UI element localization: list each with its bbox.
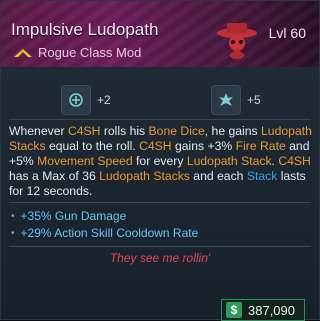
item-header: Impulsive Ludopath Rogue Class Mod Lvl 6… [1,1,319,67]
character-portrait-icon [217,23,257,59]
bonus-item: • +29% Action Skill Cooldown Rate [11,225,198,242]
divider [9,246,311,247]
desc-keyword: C4SH [67,124,101,138]
desc-keyword: Stack [246,169,278,183]
desc-keyword: C4SH [139,139,172,153]
price-tag: $ 387,090 [221,299,305,321]
item-level: Lvl 60 [268,25,306,41]
desc-text: for every [132,154,187,168]
stat-splash: +5 [211,83,261,117]
desc-keyword: Fire Rate [235,139,286,153]
divider [9,202,311,203]
desc-text: Whenever [9,124,68,138]
item-card: Impulsive Ludopath Rogue Class Mod Lvl 6… [0,0,320,321]
bonus-item: • +35% Gun Damage [11,208,198,225]
currency-icon: $ [226,302,242,318]
desc-text: equal to the roll. [45,139,140,153]
price-amount: 387,090 [248,302,295,318]
bonus-text: +29% Action Skill Cooldown Rate [20,226,199,240]
grenade-icon [61,85,91,115]
bonus-text: +35% Gun Damage [20,209,127,223]
splash-icon [211,85,241,115]
desc-text: rolls his [100,124,149,138]
desc-keyword: Ludopath Stacks [99,169,190,183]
item-type-row: Rogue Class Mod [13,45,141,60]
desc-text: gains +3% [171,139,236,153]
desc-text: , he gains [204,124,262,138]
stat-grenade-value: +2 [97,93,111,107]
desc-keyword: Movement Speed [37,154,133,168]
item-description: Whenever C4SH rolls his Bone Dice, he ga… [9,124,313,199]
flavor-text: They see me rollin' [109,251,211,265]
divider [9,119,311,120]
item-type: Rogue Class Mod [38,45,142,60]
desc-text: and each [189,169,247,183]
bullet-icon: • [11,228,15,239]
stat-grenade: +2 [61,83,111,117]
bonus-list: • +35% Gun Damage • +29% Action Skill Co… [11,208,198,242]
manufacturer-logo-icon [14,48,32,57]
item-name: Impulsive Ludopath [11,20,159,39]
bullet-icon: • [11,211,15,222]
desc-text: has a Max of 36 [9,169,100,183]
desc-keyword: C4SH [278,154,311,168]
desc-keyword: Ludopath Stack [186,154,272,168]
stat-splash-value: +5 [247,93,261,107]
desc-keyword: Bone Dice [148,124,205,138]
